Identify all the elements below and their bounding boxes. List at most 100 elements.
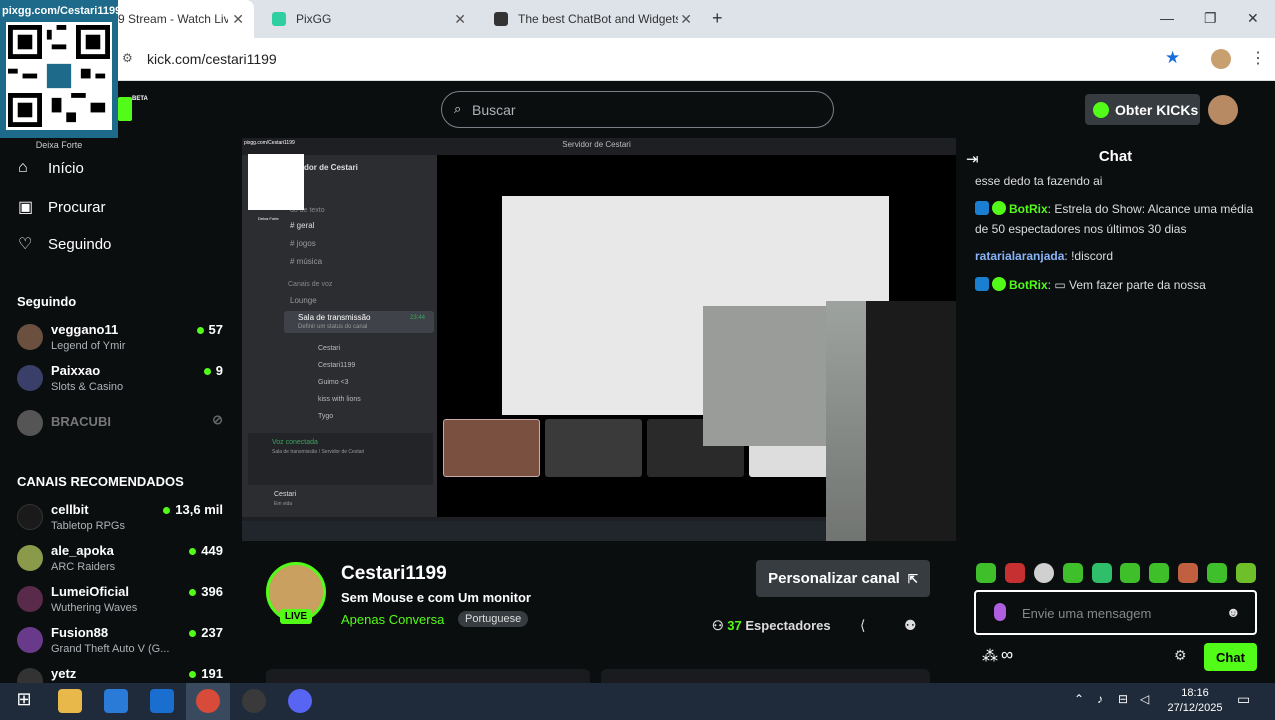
verified-badge-icon bbox=[992, 201, 1006, 215]
tray-network-icon[interactable]: ⊟ bbox=[1118, 692, 1128, 706]
active-voice-channel: Sala de transmissão Definir um status do… bbox=[284, 311, 434, 333]
viewer-count: 396 bbox=[189, 584, 223, 599]
close-icon[interactable]: ✕ bbox=[680, 11, 692, 28]
search-input[interactable]: ⌕ Buscar bbox=[441, 91, 834, 128]
emote-icon[interactable] bbox=[1178, 563, 1199, 583]
viewer-count: 449 bbox=[189, 543, 223, 558]
url-field[interactable]: kick.com/cestari1199 bbox=[147, 51, 277, 67]
viewers-value: 13,6 mil bbox=[175, 502, 223, 517]
recommended-channel[interactable]: ale_apoka ARC Raiders 449 bbox=[17, 543, 227, 581]
language-tag[interactable]: Portuguese bbox=[458, 611, 529, 627]
emote-icon[interactable] bbox=[1149, 563, 1170, 583]
following-channel[interactable]: veggano11 Legend of Ymir 57 bbox=[17, 322, 227, 360]
microphone-icon[interactable] bbox=[994, 603, 1006, 621]
tab-pixgg[interactable]: PixGG ✕ bbox=[262, 0, 476, 38]
tray-chevron-icon[interactable]: ⌃ bbox=[1074, 692, 1084, 706]
home-icon: ⌂ bbox=[18, 159, 28, 176]
minimize-icon[interactable]: — bbox=[1160, 10, 1174, 26]
notifications-icon[interactable]: ▭ bbox=[1237, 691, 1250, 708]
following-channel-offline[interactable]: BRACUBI ⊘ bbox=[17, 408, 227, 446]
emote-icon[interactable] bbox=[1033, 563, 1054, 583]
sidebar-item-browse[interactable]: ▣ Procurar bbox=[18, 197, 106, 217]
viewer-count: 9 bbox=[203, 363, 223, 378]
profile-avatar[interactable] bbox=[1211, 49, 1231, 69]
voice-user-list: Cestari Cestari1199 Guimo <3 kiss with l… bbox=[318, 340, 361, 425]
bookmark-star-icon[interactable]: ★ bbox=[1165, 48, 1180, 68]
tray-volume-icon[interactable]: ◁ bbox=[1140, 692, 1149, 706]
viewer-count: 13,6 mil bbox=[163, 502, 223, 517]
tray-mic-icon[interactable]: ♪ bbox=[1097, 692, 1103, 706]
emote-icon[interactable] bbox=[1091, 563, 1112, 583]
voice-user: Tygo bbox=[318, 413, 334, 420]
new-tab-button[interactable]: + bbox=[712, 8, 723, 29]
obs-icon[interactable] bbox=[242, 689, 266, 713]
recommended-channel[interactable]: yetz 191 bbox=[17, 666, 227, 683]
emote-icon[interactable] bbox=[1120, 563, 1141, 583]
taskbar-clock[interactable]: 18:16 27/12/2025 bbox=[1165, 686, 1225, 716]
channel-name: Fusion88 bbox=[51, 625, 109, 640]
settings-gear-icon[interactable]: ⚙ bbox=[1174, 647, 1187, 664]
emote-icon[interactable] bbox=[1004, 563, 1025, 583]
follow-icon[interactable]: ⚉ bbox=[904, 617, 917, 634]
share-icon[interactable]: ⟨ bbox=[860, 617, 865, 634]
recommended-channel[interactable]: Fusion88 Grand Theft Auto V (G... 237 bbox=[17, 625, 227, 663]
restore-icon[interactable]: ❐ bbox=[1204, 10, 1217, 27]
chrome-icon[interactable] bbox=[196, 689, 220, 713]
beta-tag: BETA bbox=[132, 96, 148, 102]
voice-connected-panel: Voz conectada Sala de transmissão / Serv… bbox=[248, 433, 433, 485]
nav-label: Início bbox=[48, 159, 84, 177]
site-info-icon[interactable]: ⚙ bbox=[122, 51, 133, 65]
streamer-name[interactable]: Cestari1199 bbox=[341, 563, 447, 585]
search-placeholder: Buscar bbox=[472, 101, 516, 118]
viewers-value: 237 bbox=[201, 625, 223, 640]
kick-logo[interactable] bbox=[118, 97, 132, 121]
avatar bbox=[17, 627, 43, 653]
windows-start-icon[interactable]: ⊞ bbox=[12, 689, 36, 713]
following-channel[interactable]: Paixxao Slots & Casino 9 bbox=[17, 363, 227, 401]
menu-dots-icon[interactable]: ⋮ bbox=[1250, 48, 1266, 68]
live-badge: LIVE bbox=[280, 609, 312, 624]
customize-channel-button[interactable]: Personalizar canal ⇱ bbox=[756, 560, 930, 597]
user-avatar[interactable] bbox=[1208, 95, 1238, 125]
stream-category[interactable]: Apenas Conversa bbox=[341, 612, 444, 627]
chat-message: BotRix: Estrela do Show: Alcance uma méd… bbox=[975, 201, 1254, 236]
file-explorer-icon[interactable] bbox=[58, 689, 82, 713]
recommended-channel[interactable]: cellbit Tabletop RPGs 13,6 mil bbox=[17, 502, 227, 540]
tab-kick[interactable]: 9 Stream - Watch Liv ✕ bbox=[108, 0, 254, 38]
live-dot bbox=[163, 507, 171, 515]
sidebar-item-following[interactable]: ♡ Seguindo bbox=[18, 234, 111, 254]
qr-code bbox=[6, 22, 112, 130]
pip-camera bbox=[703, 306, 826, 446]
tab-chatbot[interactable]: The best ChatBot and Widgets f ✕ bbox=[484, 0, 702, 38]
chat-username[interactable]: BotRix bbox=[1009, 202, 1048, 216]
close-icon[interactable]: ✕ bbox=[454, 11, 466, 28]
points-icon[interactable]: ⁂ bbox=[982, 646, 998, 666]
channel-item: # música bbox=[290, 257, 323, 266]
discord-icon[interactable] bbox=[288, 689, 312, 713]
chat-input[interactable]: Envie uma mensagem ☻ bbox=[974, 590, 1257, 635]
store-icon[interactable] bbox=[104, 689, 128, 713]
viewers-value: 449 bbox=[201, 543, 223, 558]
emote-icon[interactable] bbox=[1207, 563, 1227, 583]
avatar bbox=[17, 668, 43, 683]
close-window-icon[interactable]: ✕ bbox=[1247, 10, 1259, 27]
channel-label: jogos bbox=[296, 239, 316, 248]
outlook-icon[interactable] bbox=[150, 689, 174, 713]
emoji-icon[interactable]: ☻ bbox=[1226, 604, 1241, 620]
channel-category: Canais de voz bbox=[288, 281, 333, 288]
nav-label: Seguindo bbox=[48, 235, 112, 253]
chat-username[interactable]: ratarialaranjada bbox=[975, 249, 1064, 263]
emote-icon[interactable] bbox=[976, 563, 996, 583]
emote-icon[interactable] bbox=[1235, 563, 1256, 583]
address-bar: ⚙ kick.com/cestari1199 ★ ⋮ bbox=[0, 38, 1275, 81]
chat-username[interactable]: BotRix bbox=[1009, 278, 1048, 292]
send-chat-button[interactable]: Chat bbox=[1204, 643, 1257, 671]
sidebar-item-home[interactable]: ⌂ Início bbox=[18, 159, 84, 177]
recommended-channel[interactable]: LumeiOficial Wuthering Waves 396 bbox=[17, 584, 227, 622]
avatar bbox=[17, 545, 43, 571]
close-icon[interactable]: ✕ bbox=[232, 11, 244, 28]
get-kicks-button[interactable]: Obter KICKs bbox=[1085, 94, 1200, 125]
live-dot bbox=[189, 671, 197, 679]
tab-label: PixGG bbox=[296, 12, 332, 26]
emote-icon[interactable] bbox=[1062, 563, 1083, 583]
